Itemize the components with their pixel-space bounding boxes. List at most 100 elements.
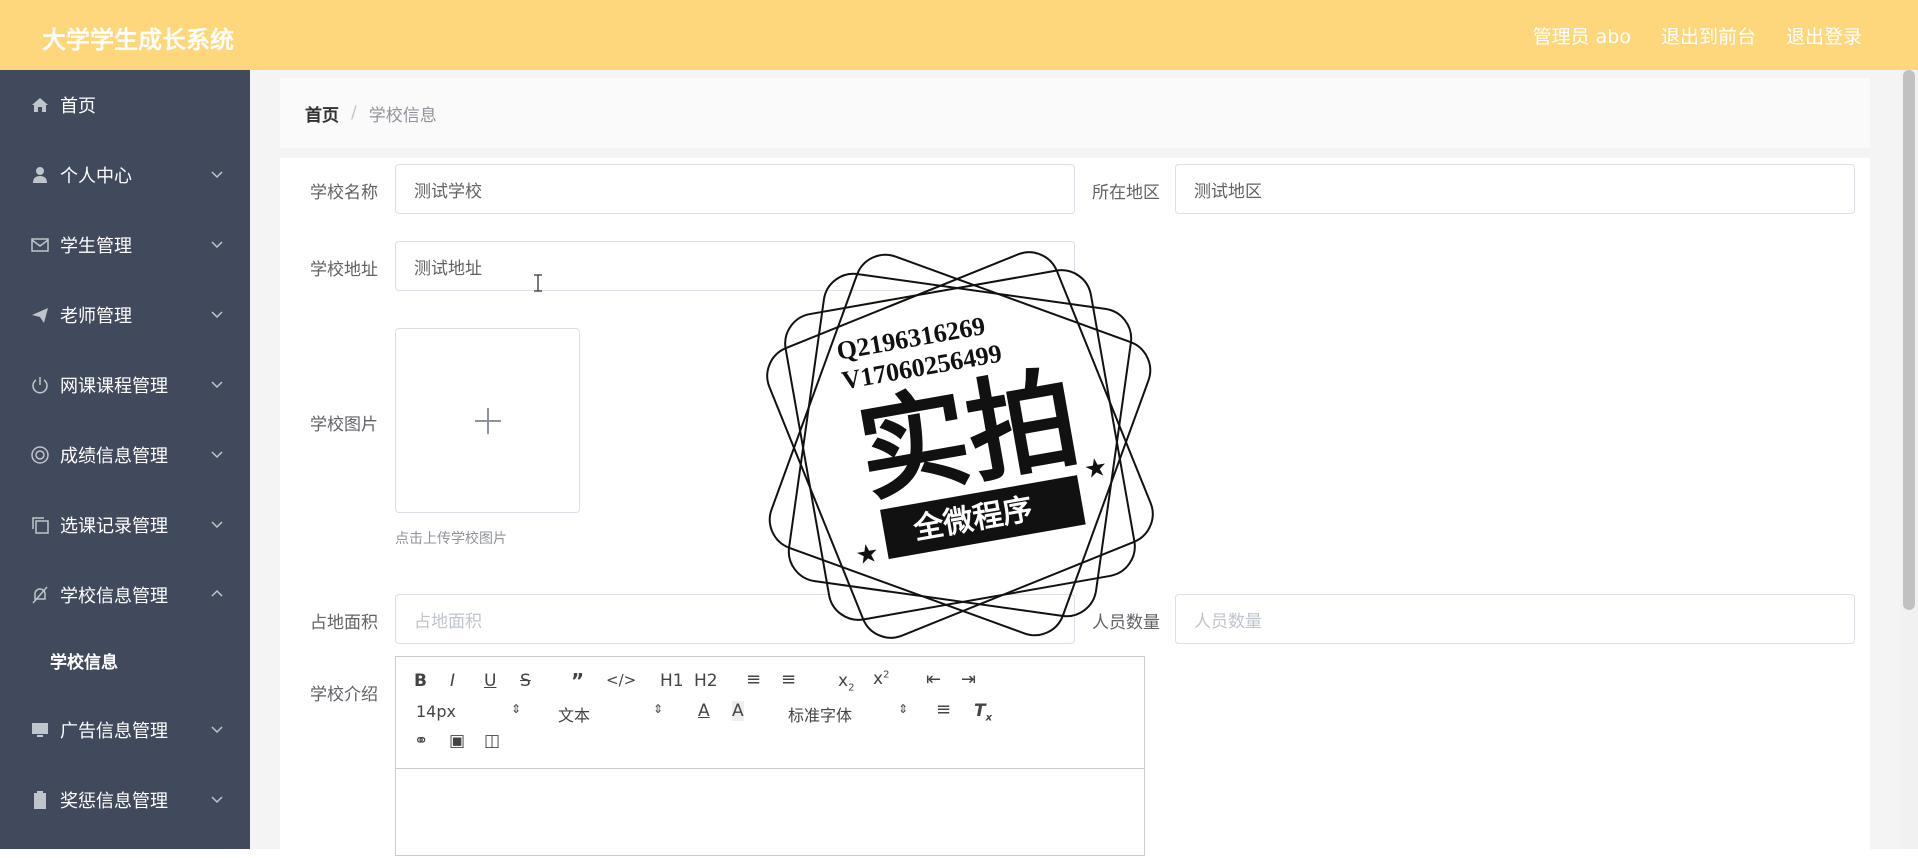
code-icon[interactable]: </> <box>606 671 636 689</box>
user-icon <box>30 165 50 185</box>
sidebar-item-home[interactable]: 首页 <box>0 70 250 140</box>
superscript-icon[interactable]: x2 <box>873 669 889 689</box>
editor-toolbar: B I U S ” </> H1 H2 ≡ ≡ x2 x2 ⇤ ⇥ 14px ⇕ … <box>396 657 1144 769</box>
area-label: 占地面积 <box>310 613 378 633</box>
bullet-list-icon[interactable]: ≡ <box>781 669 796 690</box>
sidebar-item-label: 网课课程管理 <box>60 376 168 397</box>
sidebar-item-ads[interactable]: 广告信息管理 <box>0 695 250 765</box>
clear-format-icon[interactable]: Tx <box>974 701 992 723</box>
send-icon <box>30 305 50 325</box>
page-scrollbar[interactable] <box>1900 70 1918 849</box>
sidebar-item-label: 学校信息管理 <box>60 586 168 607</box>
bell-off-icon <box>30 585 50 605</box>
school-image-label: 学校图片 <box>310 415 378 435</box>
clipboard-icon <box>30 790 50 810</box>
font-family-select[interactable]: 标准字体 ⇕ <box>788 702 908 726</box>
power-icon <box>30 375 50 395</box>
heading2-icon[interactable]: H2 <box>694 671 718 691</box>
video-icon[interactable]: ◫ <box>484 731 500 751</box>
sidebar-item-label: 个人中心 <box>60 166 132 187</box>
region-label: 所在地区 <box>1092 183 1160 203</box>
area-input[interactable]: 占地面积 <box>395 594 1075 644</box>
sidebar: 首页 个人中心 学生管理 老师管理 网课课程管理 成绩信息管理 选课记录管理 学… <box>0 70 250 849</box>
indent-icon[interactable]: ⇥ <box>961 669 976 690</box>
background-color-icon[interactable]: A <box>732 701 744 721</box>
outdent-icon[interactable]: ⇤ <box>926 669 941 690</box>
sidebar-subitem-school-info[interactable]: 学校信息 <box>0 630 250 690</box>
heading1-icon[interactable]: H1 <box>660 671 684 691</box>
font-family-value: 标准字体 <box>788 706 853 725</box>
admin-user-label: 管理员 abo <box>1532 26 1631 48</box>
image-icon[interactable]: ▣ <box>449 731 465 751</box>
chevron-down-icon <box>211 241 223 249</box>
monitor-icon <box>30 720 50 740</box>
plus-icon <box>475 408 501 434</box>
main-content: 首页 / 学校信息 学校名称 测试学校 所在地区 测试地区 学校地址 测试地址 … <box>250 70 1900 858</box>
ordered-list-icon[interactable]: ≡ <box>746 669 761 690</box>
chevron-down-icon <box>211 381 223 389</box>
select-arrows-icon: ⇕ <box>511 702 522 716</box>
font-color-icon[interactable]: A <box>698 701 710 721</box>
subscript-icon[interactable]: x2 <box>838 671 854 693</box>
sidebar-item-label: 成绩信息管理 <box>60 446 168 467</box>
text-cursor-icon <box>534 274 542 292</box>
app-title: 大学学生成长系统 <box>42 26 234 54</box>
sidebar-item-personal-center[interactable]: 个人中心 <box>0 140 250 210</box>
scrollbar-thumb[interactable] <box>1903 70 1915 610</box>
mail-icon <box>30 235 50 255</box>
home-icon <box>30 95 50 115</box>
image-upload-button[interactable] <box>395 328 580 513</box>
sidebar-item-label: 选课记录管理 <box>60 516 168 537</box>
sidebar-item-label: 首页 <box>60 96 96 117</box>
chevron-down-icon <box>211 451 223 459</box>
header-select[interactable]: 文本 ⇕ <box>558 702 663 726</box>
sidebar-item-students[interactable]: 学生管理 <box>0 210 250 280</box>
population-input[interactable]: 人员数量 <box>1175 594 1855 644</box>
population-label: 人员数量 <box>1092 613 1160 633</box>
font-size-value: 14px <box>416 702 456 721</box>
sidebar-item-label: 学生管理 <box>60 236 132 257</box>
chevron-down-icon <box>211 726 223 734</box>
sidebar-item-courses[interactable]: 网课课程管理 <box>0 350 250 420</box>
region-input[interactable]: 测试地区 <box>1175 164 1855 214</box>
address-input[interactable]: 测试地址 <box>395 241 1075 291</box>
chevron-up-icon <box>211 589 223 597</box>
breadcrumb: 首页 / 学校信息 <box>280 78 1870 148</box>
blockquote-icon[interactable]: ” <box>571 669 584 693</box>
school-name-label: 学校名称 <box>310 183 378 203</box>
bold-icon[interactable]: B <box>414 671 427 691</box>
sidebar-item-grades[interactable]: 成绩信息管理 <box>0 420 250 490</box>
school-info-form: 学校名称 测试学校 所在地区 测试地区 学校地址 测试地址 学校图片 点击上传学… <box>280 158 1870 858</box>
rich-text-editor: B I U S ” </> H1 H2 ≡ ≡ x2 x2 ⇤ ⇥ 14px ⇕ … <box>395 656 1145 856</box>
sidebar-item-teachers[interactable]: 老师管理 <box>0 280 250 350</box>
logout-link[interactable]: 退出登录 <box>1786 22 1862 49</box>
font-size-select[interactable]: 14px ⇕ <box>416 702 521 721</box>
italic-icon[interactable]: I <box>450 671 455 691</box>
lifebuoy-icon <box>30 445 50 465</box>
copy-icon <box>30 515 50 535</box>
top-bar: 大学学生成长系统 管理员 abo 退出到前台 退出登录 <box>0 0 1918 70</box>
select-arrows-icon: ⇕ <box>653 702 664 716</box>
align-icon[interactable]: ≡ <box>936 699 951 720</box>
breadcrumb-separator: / <box>351 103 357 123</box>
link-icon[interactable]: ⚭ <box>414 731 428 751</box>
strikethrough-icon[interactable]: S <box>520 671 531 691</box>
header-value: 文本 <box>558 706 591 725</box>
upload-hint: 点击上传学校图片 <box>395 531 507 547</box>
intro-label: 学校介绍 <box>310 685 378 705</box>
sidebar-item-label: 老师管理 <box>60 306 132 327</box>
chevron-down-icon <box>211 171 223 179</box>
select-arrows-icon: ⇕ <box>898 702 909 716</box>
sidebar-item-course-selection[interactable]: 选课记录管理 <box>0 490 250 560</box>
chevron-down-icon <box>211 796 223 804</box>
underline-icon[interactable]: U <box>484 671 496 691</box>
sidebar-item-rewards[interactable]: 奖惩信息管理 <box>0 765 250 835</box>
sidebar-item-school-info[interactable]: 学校信息管理 <box>0 560 250 630</box>
exit-to-front-link[interactable]: 退出到前台 <box>1661 22 1756 49</box>
breadcrumb-home[interactable]: 首页 <box>305 101 339 126</box>
address-label: 学校地址 <box>310 260 378 280</box>
breadcrumb-current: 学校信息 <box>368 105 437 126</box>
school-name-input[interactable]: 测试学校 <box>395 164 1075 214</box>
chevron-down-icon <box>211 521 223 529</box>
top-nav: 管理员 abo 退出到前台 退出登录 <box>1533 22 1862 49</box>
